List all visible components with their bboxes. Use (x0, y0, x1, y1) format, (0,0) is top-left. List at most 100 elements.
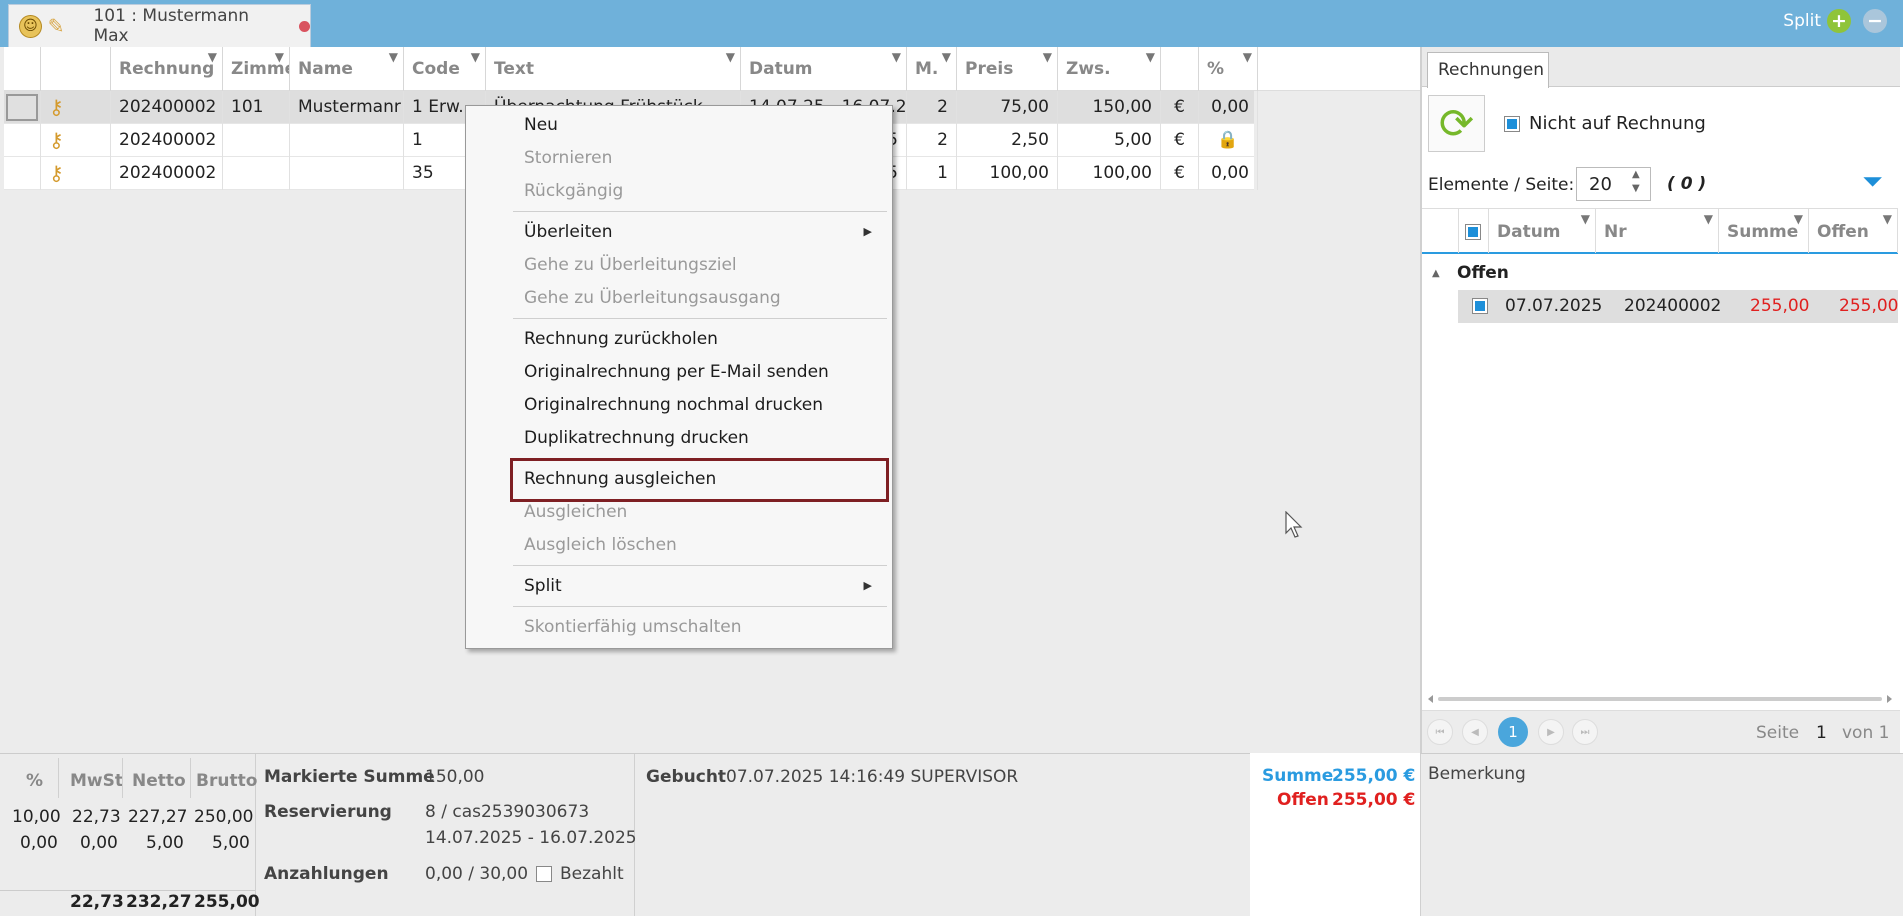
menu-item-nochmal-drucken[interactable]: Originalrechnung nochmal drucken (524, 389, 823, 421)
filter-icon[interactable]: ▼ (1704, 212, 1713, 226)
menu-item-split[interactable]: Split ▶ (524, 570, 886, 602)
select-all-checkbox[interactable] (1459, 209, 1489, 253)
first-page-icon[interactable]: ⏮ (1427, 719, 1453, 745)
not-on-invoice-checkbox[interactable]: Nicht auf Rechnung (1504, 113, 1706, 134)
row-checkbox[interactable] (1472, 290, 1488, 323)
anzahlungen-value: 0,00 / 30,00 (425, 864, 529, 884)
guest-tab[interactable]: ☺ ✎ 101 : Mustermann Max (8, 4, 311, 47)
menu-item-rechnung-zurueckholen[interactable]: Rechnung zurückholen (524, 323, 718, 355)
pager: ⏮ ◀ 1 ▶ ⏭ Seite 1 von 1 (1422, 710, 1900, 753)
menu-item-email-senden[interactable]: Originalrechnung per E-Mail senden (524, 356, 829, 388)
cell-rechnung: 202400002 (111, 91, 223, 124)
vat-header-percent: % (26, 771, 44, 791)
group-offen[interactable]: Offen (1457, 263, 1509, 283)
column-waehrung (1161, 47, 1199, 91)
collapse-triangle-icon[interactable]: ▲ (1432, 268, 1440, 279)
menu-item-duplikat-drucken[interactable]: Duplikatrechnung drucken (524, 422, 749, 454)
spinner-arrows-icon[interactable]: ▲ ▼ (1632, 168, 1648, 196)
summe-label: Summe (1262, 766, 1334, 786)
vat-header-netto: Netto (132, 771, 186, 791)
column-text[interactable]: Text ▼ (486, 47, 741, 91)
column-offen[interactable]: Offen ▼ (1809, 209, 1898, 253)
filter-icon[interactable]: ▼ (389, 50, 398, 64)
horizontal-scrollbar[interactable] (1428, 694, 1892, 704)
cell-waehrung: € (1161, 124, 1199, 157)
cell-offen: 255,00 (1839, 296, 1899, 316)
column-name[interactable]: Name ▼ (290, 47, 404, 91)
menu-item-ueberleiten[interactable]: Überleiten ▶ (524, 216, 886, 248)
item-count: ( 0 ) (1667, 174, 1707, 194)
menu-item-neu[interactable]: Neu (524, 109, 558, 141)
filter-icon[interactable]: ▼ (1146, 50, 1155, 64)
column-menge[interactable]: M. ▼ (907, 47, 957, 91)
page-number: 1 (1816, 723, 1827, 743)
bemerkung-label: Bemerkung (1428, 764, 1526, 784)
filter-icon[interactable]: ▼ (1043, 50, 1052, 64)
cell-name (290, 157, 404, 190)
anzahlungen-label: Anzahlungen (264, 864, 389, 884)
filter-icon[interactable]: ▼ (1581, 212, 1590, 226)
column-zimmer[interactable]: Zimme ▼ (223, 47, 290, 91)
modified-dot-icon (299, 20, 310, 32)
remove-split-button[interactable]: − (1863, 9, 1887, 33)
checkbox-icon[interactable] (536, 866, 552, 882)
filter-icon[interactable]: ▼ (275, 50, 284, 64)
not-on-invoice-label: Nicht auf Rechnung (1529, 113, 1706, 134)
filter-icon[interactable]: ▼ (942, 50, 951, 64)
menu-item-label: Überleiten (524, 222, 613, 242)
offen-value: 255,00 € (1332, 790, 1416, 810)
cell-name (290, 124, 404, 157)
pencil-icon[interactable]: ✎ (48, 15, 70, 37)
row-selector[interactable] (4, 124, 41, 157)
cell-datum: 07.07.2025 (1505, 296, 1603, 316)
page-button[interactable]: 1 (1498, 717, 1528, 747)
cell-name: Mustermanr (290, 91, 404, 124)
menu-item-ausgleich-loeschen: Ausgleich löschen (524, 535, 677, 555)
reservierung-label: Reservierung (264, 802, 392, 822)
reservierung-dates: 14.07.2025 - 16.07.2025 (425, 828, 637, 848)
filter-icon[interactable]: ▼ (1243, 50, 1252, 64)
column-zws[interactable]: Zws. ▼ (1058, 47, 1161, 91)
filter-icon[interactable]: ▼ (726, 50, 735, 64)
column-datum[interactable]: Datum ▼ (741, 47, 907, 91)
tab-rechnungen[interactable]: Rechnungen (1427, 52, 1549, 88)
last-page-icon[interactable]: ⏭ (1572, 719, 1598, 745)
filter-icon[interactable]: ▼ (471, 50, 480, 64)
column-preis[interactable]: Preis ▼ (957, 47, 1058, 91)
menu-item-ueberleitungsziel: Gehe zu Überleitungsziel (524, 255, 737, 275)
column-datum[interactable]: Datum ▼ (1489, 209, 1596, 253)
filter-icon[interactable]: ▼ (892, 50, 901, 64)
column-code[interactable]: Code ▼ (404, 47, 486, 91)
bezahlt-checkbox[interactable]: Bezahlt (536, 864, 624, 884)
highlight-box (510, 458, 889, 502)
row-selector[interactable] (4, 91, 41, 124)
add-split-button[interactable]: + (1827, 9, 1851, 33)
menu-separator (513, 211, 887, 212)
filter-icon[interactable]: ▼ (208, 50, 217, 64)
column-nr[interactable]: Nr ▼ (1596, 209, 1719, 253)
checkbox-icon[interactable] (1504, 115, 1520, 132)
cell-waehrung: € (1161, 91, 1199, 124)
gebucht-label: Gebucht (646, 767, 727, 787)
cell-menge: 2 (907, 124, 957, 157)
filter-funnel-icon[interactable]: ⏷ (1862, 167, 1892, 197)
filter-icon[interactable]: ▼ (1883, 212, 1892, 226)
column-rechnung[interactable]: Rechnung ▼ (111, 47, 223, 91)
refresh-icon[interactable]: ⟳ (1428, 95, 1485, 152)
vat-total-netto: 232,27 (126, 892, 192, 912)
column-summe[interactable]: Summe ▼ (1719, 209, 1809, 253)
next-page-icon[interactable]: ▶ (1538, 719, 1564, 745)
menu-item-label: Split (524, 576, 562, 596)
von-label: von 1 (1842, 723, 1890, 743)
invoice-row[interactable]: 07.07.2025 202400002 255,00 255,00 (1458, 290, 1898, 323)
row-selector[interactable] (4, 157, 41, 190)
reservierung-value: 8 / cas2539030673 (425, 802, 590, 822)
cell-zws: 150,00 (1058, 91, 1161, 124)
vat-cell: 0,00 (20, 833, 58, 853)
prev-page-icon[interactable]: ◀ (1462, 719, 1488, 745)
submenu-arrow-icon: ▶ (863, 579, 872, 592)
invoices-panel (1420, 47, 1903, 753)
column-prozent[interactable]: % ▼ (1199, 47, 1258, 91)
filter-icon[interactable]: ▼ (1794, 212, 1803, 226)
vat-cell: 227,27 (128, 807, 188, 827)
